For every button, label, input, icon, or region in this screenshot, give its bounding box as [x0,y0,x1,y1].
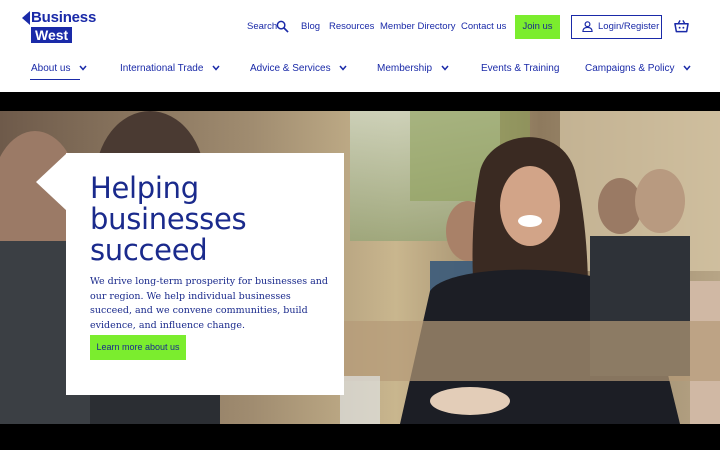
nav-label: Advice & Services [250,63,331,74]
logo-text-west: West [31,27,73,43]
blog-link[interactable]: Blog [301,21,320,32]
nav-events-training[interactable]: Events & Training [481,63,559,74]
chevron-down-icon [683,65,691,72]
nav-active-underline [30,79,80,80]
login-register-label: Login/Register [598,21,660,32]
chevron-down-icon [79,65,87,72]
user-icon [582,21,593,32]
member-directory-link[interactable]: Member Directory [380,21,456,32]
nav-label: Campaigns & Policy [585,63,675,74]
chevron-down-icon [441,65,449,72]
login-register-button[interactable]: Login/Register [571,15,662,39]
learn-more-button[interactable]: Learn more about us [90,335,186,360]
contact-link[interactable]: Contact us [461,21,506,32]
join-us-button[interactable]: Join us [515,15,560,39]
business-west-logo[interactable]: Business West [22,9,102,44]
logo-arrow-icon [22,11,30,25]
resources-link[interactable]: Resources [329,21,374,32]
hero-body-text: We drive long-term prosperity for busine… [90,276,328,331]
nav-label: International Trade [120,63,204,74]
logo-text-business: Business [31,9,97,26]
nav-advice-services[interactable]: Advice & Services [250,63,347,74]
hero-headline: Helping businesses succeed [90,171,247,267]
basket-icon[interactable] [674,19,689,34]
nav-label: About us [31,63,71,74]
site-header: Business West Search Blog Resources Memb… [0,0,720,92]
nav-label: Events & Training [481,63,560,74]
nav-membership[interactable]: Membership [377,63,449,74]
nav-about-us[interactable]: About us [31,63,87,74]
chevron-down-icon [212,65,220,72]
chevron-down-icon [339,65,347,72]
search-link[interactable]: Search [247,21,277,32]
nav-campaigns-policy[interactable]: Campaigns & Policy [585,63,691,74]
nav-label: Membership [377,63,433,74]
search-icon[interactable] [276,20,289,33]
hero-card-notch [36,153,67,211]
nav-international-trade[interactable]: International Trade [120,63,220,74]
